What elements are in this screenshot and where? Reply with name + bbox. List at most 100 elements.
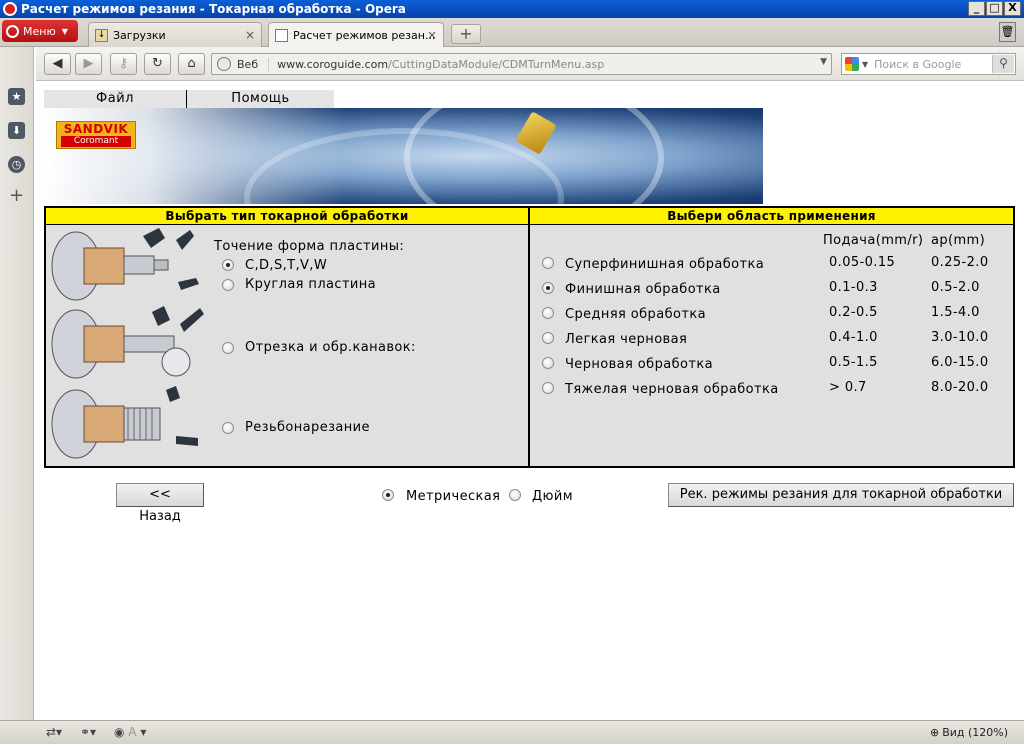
window-title-bar: Расчет режимов резания - Токарная обрабо… (0, 0, 1024, 18)
recommended-cutting-data-button[interactable]: Рек. режимы резания для токарной обработ… (668, 483, 1014, 507)
navigation-bar: ◀ ▶ ⚷ ↻ ⌂ Веб www.coroguide.com /Cutting… (36, 47, 1024, 81)
units-label-metric: Метрическая (406, 489, 501, 504)
application-label: Суперфинишная обработка (565, 257, 765, 272)
back-arrow-icon[interactable]: ◀ (44, 53, 71, 75)
tab-label: Расчет режимов резан... (293, 28, 436, 42)
turning-type-radio-threading[interactable] (222, 422, 234, 434)
chevron-down-icon[interactable]: ▼ (820, 57, 827, 67)
close-tab-icon[interactable]: × (245, 28, 255, 42)
application-radio-heavy-roughing[interactable] (542, 382, 554, 394)
menu-help[interactable]: Помощь (187, 90, 334, 108)
menu-label: Меню (23, 24, 56, 38)
application-label: Легкая черновая (565, 332, 688, 347)
feed-value: 0.2-0.5 (829, 305, 878, 320)
tab-bar: Меню ▼ ↓ Загрузки × Расчет режимов резан… (0, 18, 1024, 47)
window-controls: _ □ X (968, 1, 1021, 16)
sandvik-coromant-logo[interactable]: SANDVIK Coromant (56, 121, 136, 149)
url-host: www.coroguide.com (277, 57, 389, 71)
turning-type-radio-parting[interactable] (222, 342, 234, 354)
address-field[interactable]: Веб www.coroguide.com /CuttingDataModule… (211, 53, 832, 75)
page-icon (275, 28, 288, 42)
logo-line2: Coromant (61, 136, 131, 147)
application-radio-finishing[interactable] (542, 282, 554, 294)
status-bar: ⇄▾ ⚭▾ ◉ A ▾ ⊕ Вид (120%) (0, 720, 1024, 744)
opera-menu-button[interactable]: Меню ▼ (2, 20, 78, 42)
application-radio-light-roughing[interactable] (542, 332, 554, 344)
units-label-inch: Дюйм (532, 489, 573, 504)
browser-side-panel: ★ ⬇ ◷ + (0, 47, 34, 720)
menu-file[interactable]: Файл (44, 90, 187, 108)
parting-grooving-illustration-image (51, 306, 204, 379)
turning-type-radio-round[interactable] (222, 279, 234, 291)
feed-value: 0.1-0.3 (829, 280, 878, 295)
zoom-control[interactable]: ⊕ Вид (120%) (930, 726, 1008, 739)
application-area-header: Выбери область применения (530, 208, 1013, 225)
ap-value: 1.5-4.0 (931, 305, 980, 320)
new-tab-button[interactable]: + (451, 24, 481, 44)
turning-type-label: Отрезка и обр.канавок: (245, 340, 416, 355)
close-button[interactable]: X (1004, 1, 1021, 16)
minimize-button[interactable]: _ (968, 1, 985, 16)
header-banner-image: SANDVIK Coromant (44, 108, 763, 204)
sync-icon[interactable]: ⇄▾ (46, 725, 62, 739)
turning-illustration-image (51, 228, 199, 301)
zoom-level: Вид (120%) (942, 726, 1009, 739)
tab-downloads[interactable]: ↓ Загрузки × (88, 22, 262, 47)
network-icon[interactable]: ⚭▾ (80, 725, 96, 739)
opera-logo-icon (6, 24, 19, 38)
feed-value: 0.4-1.0 (829, 330, 878, 345)
view-mode-icon[interactable]: ◉ A ▾ (114, 725, 146, 739)
turning-type-radio-cdstvw[interactable] (222, 259, 234, 271)
turning-type-label: C,D,S,T,V,W (245, 258, 328, 273)
bookmarks-icon[interactable]: ★ (8, 88, 25, 105)
feed-value: 0.05-0.15 (829, 255, 896, 270)
opera-logo-icon (3, 2, 17, 16)
google-icon (845, 57, 859, 71)
ap-value: 3.0-10.0 (931, 330, 989, 345)
search-field[interactable]: ▼ Поиск в Google ⚲ (841, 53, 1016, 75)
forward-arrow-icon[interactable]: ▶ (75, 53, 102, 75)
insert-shape-intro: Точение форма пластины: (214, 239, 405, 254)
selection-grid: Выбрать тип токарной обработки Выбери об… (44, 206, 1015, 468)
feed-value: > 0.7 (829, 380, 867, 395)
close-tab-icon[interactable]: × (427, 28, 437, 42)
web-page: Файл Помощь SANDVIK Coromant Выбрать тип… (34, 82, 1024, 720)
application-label: Финишная обработка (565, 282, 721, 297)
turning-type-label: Круглая пластина (245, 277, 377, 292)
logo-line1: SANDVIK (63, 122, 129, 136)
chevron-down-icon[interactable]: ▼ (862, 60, 868, 69)
application-label: Тяжелая черновая обработка (565, 382, 779, 397)
reload-icon[interactable]: ↻ (144, 53, 171, 75)
units-radio-inch[interactable] (509, 489, 521, 501)
home-icon[interactable]: ⌂ (178, 53, 205, 75)
application-label: Черновая обработка (565, 357, 713, 372)
address-scheme-label: Веб (237, 57, 270, 71)
turning-type-label: Резьбонарезание (245, 420, 370, 435)
application-radio-superfinishing[interactable] (542, 257, 554, 269)
window-title: Расчет режимов резания - Токарная обрабо… (21, 2, 406, 16)
globe-icon (217, 57, 231, 71)
tab-cutting-data[interactable]: Расчет режимов резан... × (268, 22, 444, 47)
ap-value: 0.25-2.0 (931, 255, 989, 270)
search-icon[interactable]: ⚲ (992, 55, 1014, 73)
feed-column-header: Подача(mm/r) (823, 233, 924, 248)
url-path: /CuttingDataModule/CDMTurnMenu.asp (388, 57, 605, 71)
add-panel-icon[interactable]: + (8, 187, 25, 205)
download-icon: ↓ (95, 28, 108, 42)
application-label: Средняя обработка (565, 307, 706, 322)
threading-illustration-image (51, 386, 198, 459)
view-mode-label: A (128, 725, 137, 739)
ap-value: 6.0-15.0 (931, 355, 989, 370)
search-placeholder: Поиск в Google (874, 57, 962, 71)
application-radio-roughing[interactable] (542, 357, 554, 369)
tab-label: Загрузки (113, 28, 166, 42)
history-clock-icon[interactable]: ◷ (8, 156, 25, 173)
maximize-button[interactable]: □ (986, 1, 1003, 16)
back-button[interactable]: << Назад (116, 483, 204, 524)
downloads-icon[interactable]: ⬇ (8, 122, 25, 139)
application-radio-medium[interactable] (542, 307, 554, 319)
trash-icon[interactable]: 🗑 (999, 22, 1016, 42)
key-icon[interactable]: ⚷ (110, 53, 137, 75)
units-radio-metric[interactable] (382, 489, 394, 501)
chevron-down-icon: ▼ (61, 26, 68, 36)
